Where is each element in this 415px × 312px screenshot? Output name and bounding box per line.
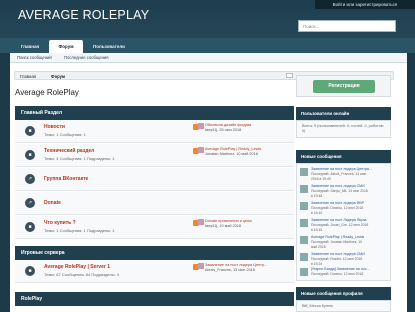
forum-stats: Темы: 1 Сообщения: 1 Подразделы: 1 [44,228,115,233]
avatar[interactable] [198,219,204,225]
list-item[interactable]: Заявление на пост лидера СМИ Последний: … [297,183,392,200]
last-post: Заявление на пост лидера Центр... Alexis… [198,263,293,273]
register-box: Регистрация [296,75,391,97]
last-post: Average RolePlay | Ready_Lewis Jonatan M… [198,147,293,157]
forum-title[interactable]: Новости [44,124,65,130]
forum-row[interactable]: ■ Технический раздел Темы: 4 Сообщения: … [15,144,294,167]
avatar[interactable] [300,236,308,244]
message-meta: Последний: Rusdin, 12 июн 2018 [311,257,363,261]
forum-row[interactable]: ■ Average RolePlay | Server 1 Темы: 67 С… [15,260,294,283]
message-meta: Последний: Dowtou, 12 июн 2018 [311,272,364,276]
forum-stats: Темы: 4 Сообщения: 1 Подразделы: 1 [44,156,115,161]
site-header: AVERAGE ROLEPLAY Войти или зарегистриров… [0,0,415,38]
avatar[interactable] [300,268,308,276]
list-item[interactable]: Заявление на пост лидера ФБР Последний: … [297,200,392,217]
last-post-meta: Jonatan Martinez, 10 май 2018 [205,152,258,156]
forum-row[interactable]: ■ Новости Темы: 1 Сообщения: 1 Обновили … [15,120,294,143]
message-meta: Последний: Sanyo_Mk, 13 июн 2018 [311,189,368,193]
list-item[interactable]: Заявление на пост лидера Центра... После… [297,166,392,183]
avatar[interactable] [198,147,204,153]
last-post-meta: tany41j, 10 май 2018 [205,224,241,228]
new-messages-list: Заявление на пост лидера Центра... После… [296,163,391,281]
list-item[interactable]: Заявление на пост Лидера Якуза Последний… [297,217,392,234]
category-header[interactable]: Игровые сервера [15,246,294,260]
breadcrumb-forum[interactable]: Форум [51,74,65,79]
site-title[interactable]: AVERAGE ROLEPLAY [18,8,149,22]
last-post: Donate привилегии и цены tany41j, 10 май… [198,219,293,229]
search-input[interactable]: Поиск... [298,20,396,32]
message-time: 2018 в 19:49 [311,177,331,181]
forum-title[interactable]: Технический раздел [44,148,94,154]
online-users-body: Всего: 0 (пользователей: 0, гостей: 0, р… [296,120,391,138]
page-title: Average RolePlay [15,88,79,97]
main-nav: Главная Форум Пользователи [0,38,415,53]
avatar[interactable] [300,253,308,261]
new-messages-header: Новые сообщения [296,150,391,163]
link-icon: ↗ [25,198,35,208]
chat-icon: ■ [25,266,35,276]
message-meta: Последний: Jovan_Gre, 12 июн 2018 [311,223,369,227]
forum-row[interactable]: ↗ Donate [15,192,294,215]
profile-post-item[interactable]: Biff_Mecca Куплю [302,304,333,308]
chat-icon: ■ [25,222,35,232]
subnav-search-posts[interactable]: Поиск сообщений [17,55,52,60]
chat-icon: ■ [25,126,35,136]
forum-stats: Темы: 1 Сообщения: 1 [44,132,86,137]
category-header[interactable]: RolePlay [15,292,294,306]
message-time: в 15:45 [311,228,323,232]
list-item[interactable]: Average RolePlay | Ready_Lewis Последний… [297,234,392,251]
online-users-header: Пользователи онлайн [296,107,391,120]
last-post-meta: tany41j, 25 июн 2018 [205,128,242,132]
breadcrumb-menu-icon[interactable] [286,73,293,78]
login-register-link[interactable]: Войти или зарегистрироваться [315,0,415,9]
forum-row[interactable]: ↗ Группа ВКонтакте [15,168,294,191]
forum-title[interactable]: Donate [44,200,61,206]
profile-posts-list: Biff_Mecca Куплю [296,300,391,312]
avatar[interactable] [300,202,308,210]
list-item[interactable]: [Угарно Банда] Заявление на пос... После… [297,266,392,283]
profile-posts-header: Новые сообщения профиля [296,287,391,300]
chat-icon: ■ [25,150,35,160]
message-time: май 2018 [311,245,326,249]
breadcrumb-home[interactable]: Главная [20,74,36,79]
tab-users[interactable]: Пользователи [85,40,133,53]
message-meta: Последний: Dowtou, 12 июн 2018 [311,206,364,210]
avatar[interactable] [300,168,308,176]
avatar[interactable] [300,185,308,193]
avatar[interactable] [198,123,204,129]
tab-forum[interactable]: Форум [49,40,83,53]
register-button[interactable]: Регистрация [313,80,375,93]
avatar[interactable] [198,263,204,269]
subnav-recent-posts[interactable]: Последние сообщения [64,55,109,60]
sub-nav: Поиск сообщений Последние сообщения [10,53,407,63]
tab-home[interactable]: Главная [12,40,48,53]
message-time: в 19:48 [311,194,323,198]
category-header[interactable]: Главный Раздел [15,106,294,120]
last-post: Обновили дизайн форума tany41j, 25 июн 2… [198,123,293,133]
forum-title[interactable]: Группа ВКонтакте [44,176,88,182]
last-post-meta: Alexis_Frances, 13 июн 2018 [205,268,255,272]
avatar[interactable] [300,219,308,227]
forum-stats: Темы: 67 Сообщения: 84 Подразделы: 4 [44,272,119,277]
forum-title[interactable]: Что купить ? [44,220,76,226]
forum-row[interactable]: ■ Что купить ? Темы: 1 Сообщения: 1 Подр… [15,216,294,239]
link-icon: ↗ [25,174,35,184]
message-time: в 16:10 [311,211,323,215]
forum-title[interactable]: Average RolePlay | Server 1 [44,264,110,270]
